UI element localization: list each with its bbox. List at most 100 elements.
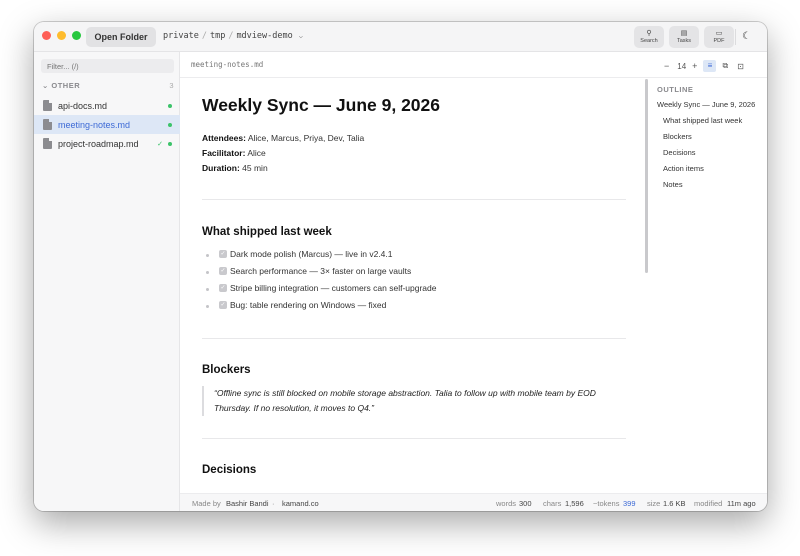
task-text: Search performance — 3× faster on large … (230, 266, 412, 276)
words-count: 300 (519, 499, 532, 508)
meta-facilitator: Facilitator: Alice (202, 148, 266, 158)
outline-panel: OUTLINE Weekly Sync — June 9, 2026 What … (648, 78, 767, 493)
tasks-button[interactable]: ▤ Tasks (669, 26, 699, 48)
document-view: Weekly Sync — June 9, 2026 Attendees: Al… (180, 78, 648, 493)
pdf-icon: ▭ (715, 29, 723, 37)
window-controls (42, 31, 81, 40)
chevron-down-icon: ⌄ (42, 81, 49, 90)
sidebar-item-meeting-notes[interactable]: meeting-notes.md (34, 115, 180, 134)
status-dot (168, 103, 172, 108)
task-item: ✓ Search performance — 3× faster on larg… (202, 265, 626, 282)
zoom-level: 14 (677, 61, 687, 71)
zoom-out-button[interactable]: − (664, 61, 669, 71)
file-size: 1.6 KB (663, 499, 686, 508)
file-icon (43, 138, 52, 149)
export-icon[interactable]: ⊡ (737, 62, 744, 71)
task-item: ✓ Stripe billing integration — customers… (202, 282, 626, 299)
breadcrumb-separator: / (201, 31, 207, 41)
outline-item-decisions[interactable]: Decisions (663, 148, 696, 157)
task-text: Dark mode polish (Marcus) — live in v2.4… (230, 249, 393, 259)
task-checkbox[interactable]: ✓ (219, 250, 227, 258)
task-text: Stripe billing integration — customers c… (230, 283, 437, 293)
chars-count: 1,596 (565, 499, 584, 508)
app-window: Open Folder private / tmp / mdview-demo … (34, 22, 767, 511)
breadcrumb-item[interactable]: mdview-demo (236, 31, 292, 41)
file-name: project-roadmap.md (58, 138, 139, 149)
tokens-label: ~tokens (593, 499, 620, 508)
heading-blockers: Blockers (202, 364, 251, 376)
moon-icon[interactable]: ☾ (742, 31, 751, 42)
pdf-button[interactable]: ▭ PDF (704, 26, 734, 48)
outline-item-blockers[interactable]: Blockers (663, 132, 692, 141)
blocker-quote: “Offline sync is still blocked on mobile… (202, 386, 626, 416)
task-list: ✓ Dark mode polish (Marcus) — live in v2… (202, 248, 626, 316)
author-link[interactable]: Bashir Bandi (226, 499, 269, 508)
outline-item-shipped[interactable]: What shipped last week (663, 116, 742, 125)
bullet (206, 288, 209, 291)
document-title: Weekly Sync — June 9, 2026 (202, 95, 441, 115)
task-checkbox[interactable]: ✓ (219, 284, 227, 292)
heading-decisions: Decisions (202, 464, 257, 476)
meeting-meta: Attendees: Alice, Marcus, Priya, Dev, Ta… (202, 131, 626, 176)
zoom-window-button[interactable] (72, 31, 81, 40)
tasks-icon: ▤ (680, 29, 688, 37)
file-icon (43, 100, 52, 111)
made-by-label: Made by (192, 499, 221, 508)
pdf-button-label: PDF (713, 37, 725, 44)
divider (202, 438, 626, 439)
bullet (206, 271, 209, 274)
task-checkbox[interactable]: ✓ (219, 267, 227, 275)
modified-time: 11m ago (727, 499, 756, 508)
outline-toggle-icon[interactable]: ≡ (703, 60, 717, 72)
bullet (206, 305, 209, 308)
task-item: ✓ Bug: table rendering on Windows — fixe… (202, 299, 626, 316)
meta-duration: Duration: 45 min (202, 163, 268, 173)
minimize-window-button[interactable] (57, 31, 66, 40)
breadcrumb-separator: / (228, 31, 234, 41)
task-checkbox[interactable]: ✓ (219, 301, 227, 309)
breadcrumb-item[interactable]: private (163, 31, 199, 41)
group-count: 3 (169, 81, 174, 90)
file-name: meeting-notes.md (58, 119, 131, 130)
current-file-name: meeting-notes.md (191, 60, 264, 69)
status-bar: Made by Bashir Bandi · kamand.co words 3… (180, 493, 767, 511)
document-content: Weekly Sync — June 9, 2026 Attendees: Al… (202, 94, 626, 476)
task-text: Bug: table rendering on Windows — fixed (230, 300, 387, 310)
status-dot (168, 122, 172, 127)
chevron-down-icon[interactable]: ⌵ (299, 32, 303, 40)
breadcrumb[interactable]: private / tmp / mdview-demo ⌵ (163, 31, 303, 41)
outline-item-notes[interactable]: Notes (663, 180, 683, 189)
outline-item-title[interactable]: Weekly Sync — June 9, 2026 (657, 100, 755, 109)
copy-icon[interactable]: ⧉ (722, 61, 728, 71)
title-bar: Open Folder private / tmp / mdview-demo … (34, 22, 767, 52)
footer-separator: · (272, 499, 275, 508)
filter-input[interactable] (41, 59, 174, 73)
search-icon: ⚲ (646, 29, 652, 37)
heading-shipped: What shipped last week (202, 226, 332, 238)
sidebar-item-api-docs[interactable]: api-docs.md (34, 96, 180, 115)
close-window-button[interactable] (42, 31, 51, 40)
meta-attendees: Attendees: Alice, Marcus, Priya, Dev, Ta… (202, 133, 365, 143)
zoom-controls: − 14 + ≡ ⧉ ⊡ (664, 60, 744, 72)
toolbar-divider (735, 29, 736, 45)
file-name: api-docs.md (58, 100, 108, 111)
task-item: ✓ Dark mode polish (Marcus) — live in v2… (202, 248, 626, 265)
breadcrumb-item[interactable]: tmp (210, 31, 225, 41)
size-label: size (647, 499, 661, 508)
search-button[interactable]: ⚲ Search (634, 26, 664, 48)
outline-item-action-items[interactable]: Action items (663, 164, 704, 173)
group-label: OTHER (51, 81, 81, 90)
search-button-label: Search (640, 37, 658, 44)
divider (202, 338, 626, 339)
group-header-other[interactable]: ⌄ OTHER 3 (42, 81, 174, 91)
file-sidebar: ⌄ OTHER 3 api-docs.md meeting-notes.md p… (34, 52, 180, 511)
divider (202, 199, 626, 200)
open-folder-button[interactable]: Open Folder (86, 27, 156, 47)
chars-label: chars (543, 499, 562, 508)
sidebar-item-project-roadmap[interactable]: project-roadmap.md ✓ (34, 134, 180, 153)
bullet (206, 254, 209, 257)
tasks-button-label: Tasks (676, 37, 692, 44)
site-link[interactable]: kamand.co (282, 499, 319, 508)
modified-label: modified (694, 499, 723, 508)
zoom-in-button[interactable]: + (692, 61, 697, 71)
